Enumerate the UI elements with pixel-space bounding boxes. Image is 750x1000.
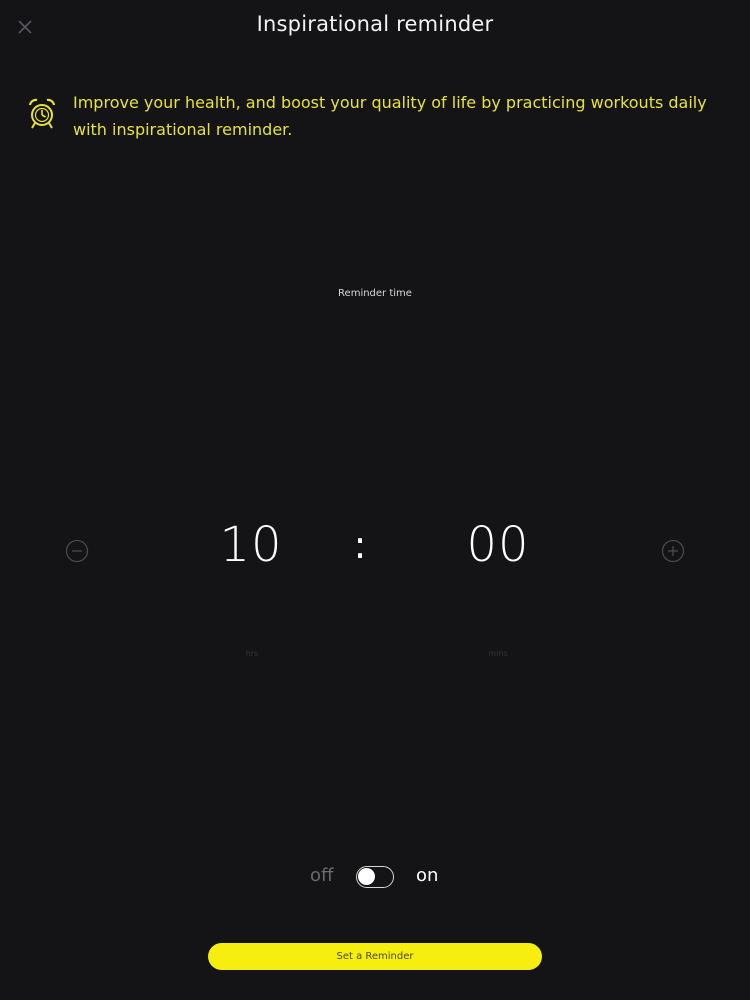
set-reminder-button[interactable]: Set a Reminder bbox=[208, 943, 542, 970]
minutes-value[interactable]: 00 bbox=[438, 517, 558, 573]
toggle-knob bbox=[358, 868, 375, 885]
increase-time-button[interactable] bbox=[661, 539, 685, 563]
reminder-time-label: Reminder time bbox=[338, 288, 412, 299]
time-separator: : bbox=[353, 523, 367, 567]
plus-circle-icon bbox=[661, 539, 685, 563]
minutes-unit-label: mins bbox=[488, 649, 508, 658]
page-title: Inspirational reminder bbox=[256, 12, 494, 36]
hours-unit-label: hrs bbox=[245, 649, 259, 658]
minus-circle-icon bbox=[65, 539, 89, 563]
alarm-clock-icon bbox=[26, 97, 58, 131]
hours-value[interactable]: 10 bbox=[191, 517, 311, 573]
toggle-on-label: on bbox=[416, 865, 439, 886]
reminder-toggle[interactable] bbox=[356, 866, 394, 888]
toggle-off-label: off bbox=[310, 865, 334, 886]
intro-text: Improve your health, and boost your qual… bbox=[73, 93, 707, 139]
decrease-time-button[interactable] bbox=[65, 539, 89, 563]
reminder-toggle-row: off on bbox=[0, 865, 750, 893]
